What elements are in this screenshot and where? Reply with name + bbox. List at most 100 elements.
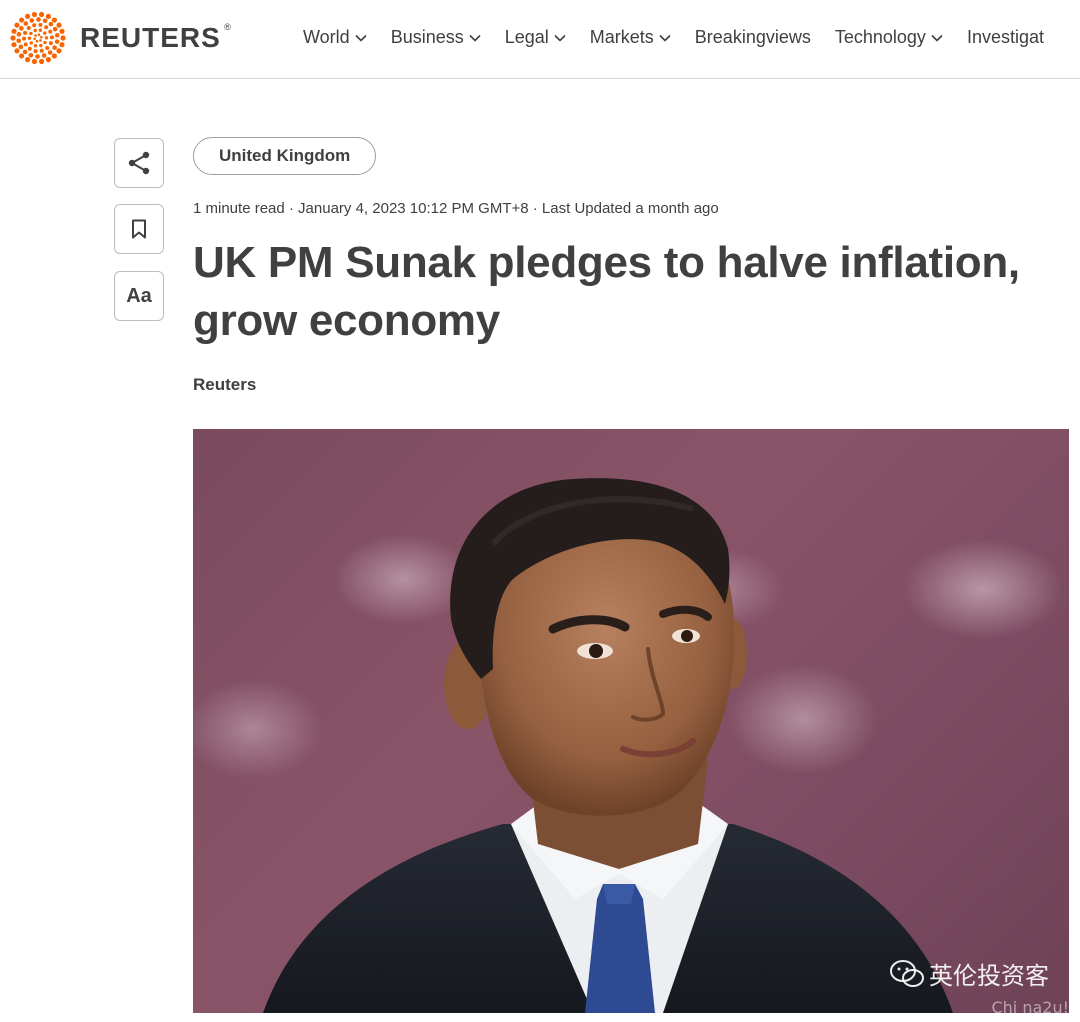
nav-item-investigations[interactable]: Investigat (967, 27, 1044, 48)
logo-dot (38, 28, 43, 32)
logo-dot (11, 42, 17, 48)
wechat-icon (890, 959, 924, 987)
bookmark-icon (132, 219, 146, 239)
logo-dot (10, 35, 16, 41)
lead-photo[interactable]: 英伦投资客 Chi na2u! (193, 429, 1069, 1013)
logo-dot (45, 57, 51, 63)
logo-dot (49, 35, 54, 40)
logo-dot (36, 17, 41, 22)
site-header: REUTERS ® World Business Legal Markets Br… (0, 0, 1080, 79)
logo-dot (27, 46, 32, 51)
logo-dot (38, 22, 43, 27)
reuters-logo-icon (10, 11, 66, 65)
text-size-label: Aa (126, 284, 152, 307)
logo-dot (29, 18, 35, 23)
chevron-down-icon (469, 34, 481, 42)
logo-dot (47, 50, 53, 55)
logo-dot (60, 35, 66, 41)
logo-dot (54, 32, 60, 38)
main-nav: World Business Legal Markets Breakingvie… (303, 27, 1068, 48)
logo-dot (35, 54, 40, 59)
logo-dot (45, 45, 50, 50)
logo-dot (23, 42, 28, 47)
text-size-button[interactable]: Aa (114, 271, 164, 321)
logo-dot (54, 39, 60, 44)
logo-dot (29, 31, 33, 36)
logo-dot (39, 39, 42, 42)
logo-dot (39, 48, 44, 53)
logo-dot (22, 49, 28, 55)
logo-dot (33, 49, 38, 54)
logo-dot (41, 53, 47, 58)
logo-dot (25, 13, 31, 19)
logo-dot (35, 39, 39, 43)
logo-dot (38, 11, 45, 18)
logo-dot (31, 11, 38, 18)
logo-dot (48, 21, 54, 27)
logo-dot (16, 38, 22, 44)
chevron-down-icon (659, 34, 671, 42)
logo-dot (44, 25, 49, 30)
logo-dot (56, 48, 62, 54)
nav-item-business[interactable]: Business (391, 27, 481, 48)
logo-dot (38, 58, 45, 65)
reuters-logo[interactable]: REUTERS ® (8, 10, 232, 66)
chevron-down-icon (554, 34, 566, 42)
logo-dot (26, 26, 31, 31)
logo-dot (32, 23, 37, 28)
logo-dot (39, 43, 43, 48)
logo-dot (25, 57, 31, 63)
logo-dot (37, 33, 41, 37)
watermark-text: 英伦投资客 (929, 962, 1049, 990)
category-tag[interactable]: United Kingdom (193, 137, 377, 175)
logo-dot (59, 28, 65, 34)
logo-dot (14, 22, 20, 28)
logo-dot (51, 17, 57, 23)
nav-item-legal[interactable]: Legal (505, 27, 566, 48)
logo-dot (11, 28, 17, 34)
logo-dot (40, 35, 43, 39)
nav-item-breakingviews[interactable]: Breakingviews (695, 27, 811, 48)
logo-dot (22, 36, 27, 41)
logo-dot (31, 58, 38, 65)
logo-dot (19, 17, 25, 23)
logo-dot (29, 41, 33, 45)
logo-dot (28, 52, 34, 58)
logo-dot (42, 18, 48, 24)
bookmark-button[interactable] (114, 204, 164, 254)
logo-dot (48, 41, 53, 46)
logo-dot (44, 36, 49, 40)
logo-dot (52, 45, 57, 50)
logo-dot (16, 32, 22, 37)
logo-dot (45, 13, 51, 19)
logo-dot (33, 37, 36, 41)
chevron-down-icon (931, 34, 943, 42)
logo-dot (19, 26, 24, 31)
logo-dot (19, 53, 25, 59)
logo-dot (33, 44, 38, 48)
logo-dot (23, 21, 29, 26)
logo-dot (59, 42, 65, 48)
chevron-down-icon (355, 34, 367, 42)
portrait-illustration (263, 478, 953, 1013)
logo-dot (51, 53, 57, 59)
share-button[interactable] (114, 138, 164, 188)
logo-dot (56, 22, 62, 28)
nav-item-technology[interactable]: Technology (835, 27, 943, 48)
category-label: United Kingdom (219, 146, 351, 165)
nav-item-markets[interactable]: Markets (590, 27, 671, 48)
nav-item-world[interactable]: World (303, 27, 367, 48)
article-byline[interactable]: Reuters (193, 375, 256, 395)
logo-dot (27, 36, 32, 40)
watermark-sub: Chi na2u! (991, 998, 1069, 1013)
logo-dot (33, 28, 37, 33)
logo-dot (43, 31, 47, 35)
article-meta: 1 minute read · January 4, 2023 10:12 PM… (193, 200, 719, 217)
share-icon (128, 151, 150, 175)
logo-dot (18, 44, 24, 50)
logo-wordmark: REUTERS ® (80, 22, 232, 53)
logo-dot (34, 34, 37, 37)
logo-dot (43, 40, 47, 45)
article-headline: UK PM Sunak pledges to halve inflation, … (193, 238, 1020, 345)
watermark: 英伦投资客 (889, 956, 1049, 991)
